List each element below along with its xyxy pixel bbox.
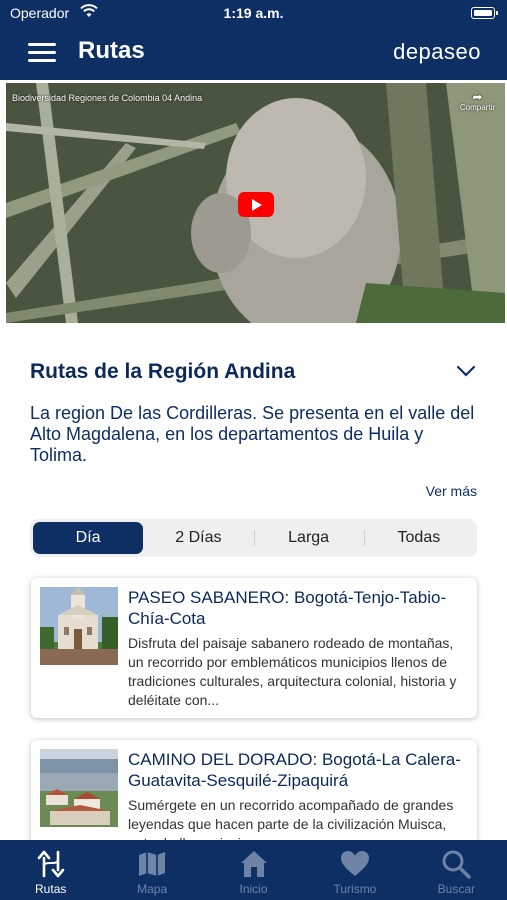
share-label: Compartir [459, 103, 495, 112]
chevron-down-icon[interactable] [456, 364, 476, 378]
heart-icon [340, 851, 369, 876]
tab-label: Buscar [437, 882, 475, 896]
tab-turismo[interactable]: Turismo [304, 840, 405, 900]
bottom-tab-bar: Rutas Mapa Inicio Turismo Buscar [0, 840, 507, 900]
share-button[interactable]: ➦ Compartir [460, 91, 495, 112]
share-icon: ➦ [472, 90, 483, 104]
tab-label: Mapa [137, 882, 168, 896]
status-bar: Operador 1:19 a.m. [0, 0, 507, 26]
tab-mapa[interactable]: Mapa [101, 840, 202, 900]
filter-todas[interactable]: Todas [363, 522, 474, 554]
video-title: Biodiversidad Regiones de Colombia 04 An… [12, 93, 203, 103]
tab-inicio[interactable]: Inicio [203, 840, 304, 900]
route-description: Disfruta del paisaje sabanero rodeado de… [128, 635, 457, 708]
route-title: PASEO SABANERO: Bogotá-Tenjo-Tabio-Chía-… [128, 588, 447, 628]
see-more-link[interactable]: Ver más [426, 483, 477, 499]
region-description: La region De las Cordilleras. Se present… [30, 403, 475, 465]
video-player[interactable]: Biodiversidad Regiones de Colombia 04 An… [6, 83, 505, 323]
filter-larga[interactable]: Larga [253, 522, 364, 554]
search-icon [442, 850, 472, 879]
filter-2-dias[interactable]: 2 Días [143, 522, 253, 554]
home-icon [240, 851, 267, 877]
page-title: Rutas [78, 37, 145, 64]
route-image [40, 749, 118, 827]
route-card[interactable]: PASEO SABANERO: Bogotá-Tenjo-Tabio-Chía-… [31, 578, 477, 718]
youtube-play-icon[interactable] [238, 192, 274, 217]
route-image [40, 587, 118, 665]
battery-icon [471, 7, 498, 19]
brand-logo: depaseo [393, 39, 481, 64]
routes-icon [37, 850, 65, 878]
tab-label: Rutas [35, 882, 67, 896]
tab-buscar[interactable]: Buscar [406, 840, 507, 900]
tab-label: Turismo [333, 882, 377, 896]
route-title: CAMINO DEL DORADO: Bogotá-La Calera-Guat… [128, 750, 461, 790]
hamburger-icon[interactable] [28, 43, 56, 63]
tab-rutas[interactable]: Rutas [0, 840, 101, 900]
app-header: Rutas depaseo [0, 26, 507, 80]
region-title: Rutas de la Región Andina [30, 360, 296, 383]
duration-filter: Día 2 Días Larga Todas [30, 519, 477, 557]
clock: 1:19 a.m. [223, 5, 284, 21]
filter-dia[interactable]: Día [33, 522, 144, 554]
tab-label: Inicio [239, 882, 268, 896]
map-icon [139, 852, 166, 876]
